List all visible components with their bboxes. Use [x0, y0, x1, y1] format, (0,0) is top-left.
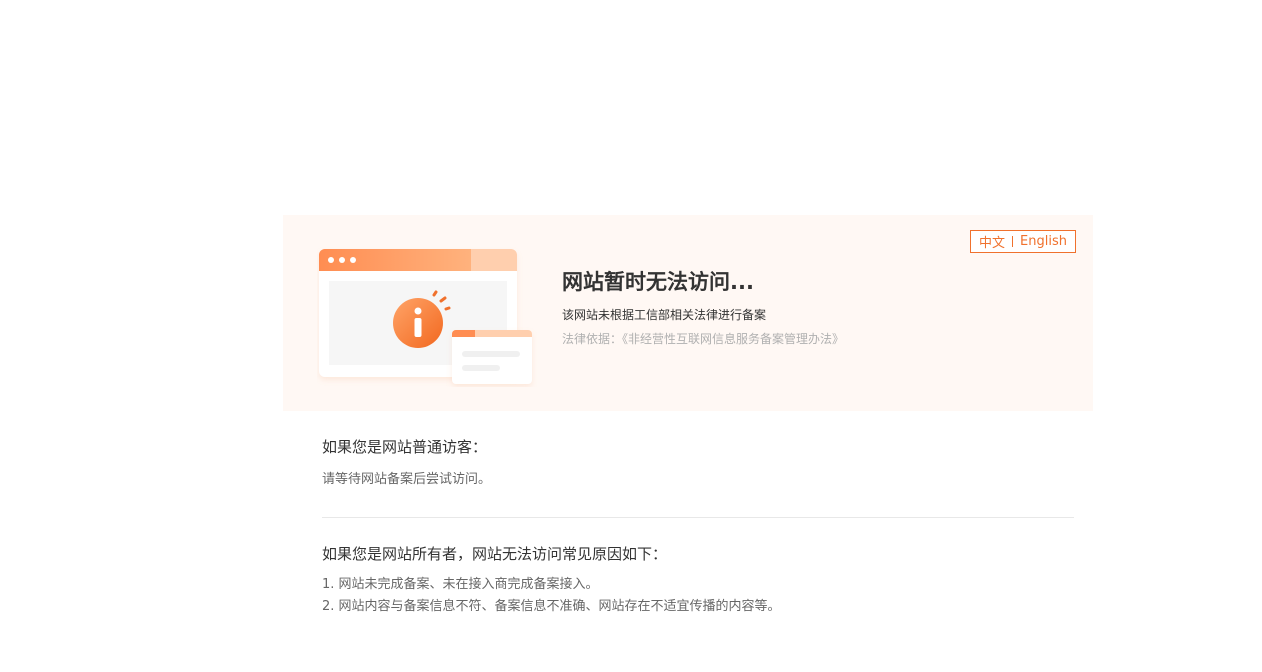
- divider: [322, 517, 1074, 518]
- browser-info-icon: [319, 249, 532, 384]
- owner-heading: 如果您是网站所有者，网站无法访问常见原因如下：: [322, 545, 668, 563]
- banner-text: 网站暂时无法访问... 该网站未根据工信部相关法律进行备案 法律依据：《非经营性…: [562, 267, 962, 348]
- help-content: 如果您是网站普通访客： 请等待网站备案后尝试访问。 如果您是网站所有者，网站无法…: [322, 436, 1074, 618]
- owner-section: 如果您是网站所有者，网站无法访问常见原因如下： 1. 网站未完成备案、未在接入商…: [322, 543, 1074, 618]
- notice-banner: 中文 English 网站暂时无法访问... 该网站未根据工信部相关法律进行备案…: [283, 215, 1093, 411]
- lang-separator: [1012, 236, 1014, 247]
- language-switch: 中文 English: [970, 230, 1076, 253]
- visitor-section: 如果您是网站普通访客： 请等待网站备案后尝试访问。: [322, 436, 1074, 491]
- page: 中文 English 网站暂时无法访问... 该网站未根据工信部相关法律进行备案…: [0, 0, 1262, 672]
- lang-zh-link[interactable]: 中文: [979, 232, 1005, 251]
- visitor-heading: 如果您是网站普通访客：: [322, 438, 488, 456]
- reason-item: 1. 网站未完成备案、未在接入商完成备案接入。: [322, 577, 599, 592]
- page-title: 网站暂时无法访问...: [562, 270, 754, 294]
- law-basis: 法律依据：《非经营性互联网信息服务备案管理办法》: [562, 332, 845, 346]
- lang-en-link[interactable]: English: [1020, 234, 1067, 249]
- reason-item: 2. 网站内容与备案信息不符、备案信息不准确、网站存在不适宜传播的内容等。: [322, 599, 781, 614]
- banner-subtitle: 该网站未根据工信部相关法律进行备案: [562, 308, 767, 322]
- visitor-text: 请等待网站备案后尝试访问。: [322, 472, 492, 487]
- reason-list: 1. 网站未完成备案、未在接入商完成备案接入。 2. 网站内容与备案信息不符、备…: [322, 574, 1074, 618]
